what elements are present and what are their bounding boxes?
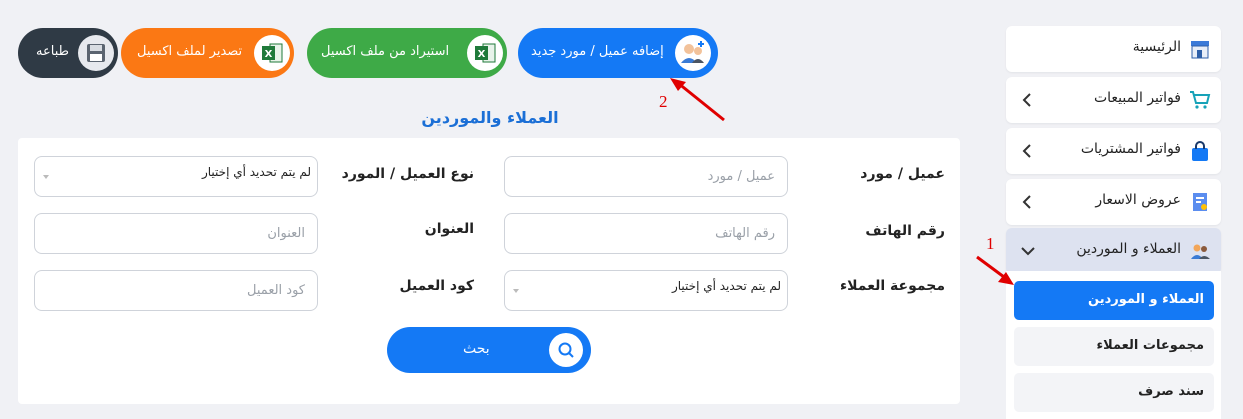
sidebar-item-quotations[interactable]: عروض الاسعار: [1006, 179, 1221, 225]
add-user-icon: [675, 35, 711, 71]
client-code-placeholder: كود العميل: [247, 283, 305, 298]
svg-text:X: X: [478, 49, 486, 60]
phone-label: رقم الهاتف: [865, 223, 945, 239]
add-client-label: إضافه عميل / مورد جديد: [531, 44, 664, 59]
sidebar-item-label: الرئيسية: [1132, 39, 1181, 55]
shopping-cart-icon: [1189, 89, 1211, 111]
address-label: العنوان: [424, 221, 474, 237]
annotation-marker-2: 2: [659, 92, 668, 111]
submenu-item-payment-voucher[interactable]: سند صرف: [1014, 373, 1214, 412]
submenu-item-label: مجموعات العملاء: [1096, 338, 1204, 353]
client-group-label: مجموعة العملاء: [840, 278, 945, 294]
sidebar-item-label: فواتير المبيعات: [1093, 90, 1181, 106]
chevron-down-icon: [513, 289, 519, 293]
sidebar-item-label: العملاء و الموردين: [1076, 241, 1181, 257]
export-excel-label: تصدير لملف اكسيل: [137, 44, 243, 59]
chevron-left-icon: [1020, 92, 1034, 108]
submenu-item-label: العملاء و الموردين: [1088, 292, 1204, 307]
shopping-bag-icon: [1189, 140, 1211, 162]
svg-text:X: X: [265, 49, 273, 60]
client-type-select[interactable]: لم يتم تحديد أي إختيار: [34, 156, 318, 197]
price-list-icon: [1189, 191, 1211, 213]
client-code-input[interactable]: كود العميل: [34, 270, 318, 311]
chevron-left-icon: [1020, 143, 1034, 159]
address-input[interactable]: العنوان: [34, 213, 318, 254]
annotation-arrow-1: [976, 255, 1014, 285]
floppy-disk-icon: [78, 35, 114, 71]
chevron-down-icon: [43, 175, 49, 179]
sidebar-item-sales-invoices[interactable]: فواتير المبيعات: [1006, 77, 1221, 123]
submenu-item-label: سند صرف: [1138, 384, 1204, 399]
chevron-left-icon: [1020, 194, 1034, 210]
sidebar-item-home[interactable]: الرئيسية: [1006, 26, 1221, 72]
phone-placeholder: رقم الهاتف: [715, 226, 775, 241]
client-type-value: لم يتم تحديد أي إختيار: [201, 165, 311, 179]
add-client-button[interactable]: إضافه عميل / مورد جديد: [518, 28, 718, 78]
users-icon: [1189, 240, 1211, 262]
submenu-item-client-groups[interactable]: مجموعات العملاء: [1014, 327, 1214, 366]
sidebar-submenu: العملاء و الموردين مجموعات العملاء سند ص…: [1006, 271, 1221, 419]
page-title: العملاء والموردين: [421, 108, 559, 127]
client-type-label: نوع العميل / المورد: [341, 166, 474, 182]
annotation-marker-1: 1: [986, 234, 995, 253]
excel-icon: X: [467, 35, 503, 71]
search-button[interactable]: بحث: [387, 327, 591, 373]
sidebar-item-label: فواتير المشتريات: [1080, 141, 1181, 157]
address-placeholder: العنوان: [267, 226, 305, 241]
client-placeholder: عميل / مورد: [707, 169, 775, 184]
print-label: طباعه: [36, 44, 69, 59]
search-label: بحث: [463, 341, 490, 357]
chevron-down-icon: [1020, 243, 1035, 259]
client-code-label: كود العميل: [399, 278, 474, 294]
client-group-select[interactable]: لم يتم تحديد أي إختيار: [504, 270, 788, 311]
annotation-arrow-2: [670, 78, 725, 122]
sidebar-item-clients-suppliers[interactable]: العملاء و الموردين: [1006, 228, 1221, 274]
client-label: عميل / مورد: [860, 166, 945, 182]
sidebar-item-label: عروض الاسعار: [1095, 192, 1181, 208]
print-button[interactable]: طباعه: [18, 28, 118, 78]
phone-input[interactable]: رقم الهاتف: [504, 213, 788, 254]
sidebar: الرئيسية فواتير المبيعات فواتير المشتريا…: [1006, 26, 1221, 419]
import-excel-label: استيراد من ملف اكسيل: [321, 44, 450, 59]
submenu-item-clients-suppliers[interactable]: العملاء و الموردين: [1014, 281, 1214, 320]
sidebar-item-purchase-invoices[interactable]: فواتير المشتريات: [1006, 128, 1221, 174]
shop-icon: [1189, 38, 1211, 60]
export-excel-button[interactable]: تصدير لملف اكسيل X: [121, 28, 294, 78]
import-excel-button[interactable]: استيراد من ملف اكسيل X: [307, 28, 507, 78]
excel-icon: X: [254, 35, 290, 71]
client-input[interactable]: عميل / مورد: [504, 156, 788, 197]
search-icon: [549, 333, 583, 367]
client-group-value: لم يتم تحديد أي إختيار: [671, 279, 781, 293]
